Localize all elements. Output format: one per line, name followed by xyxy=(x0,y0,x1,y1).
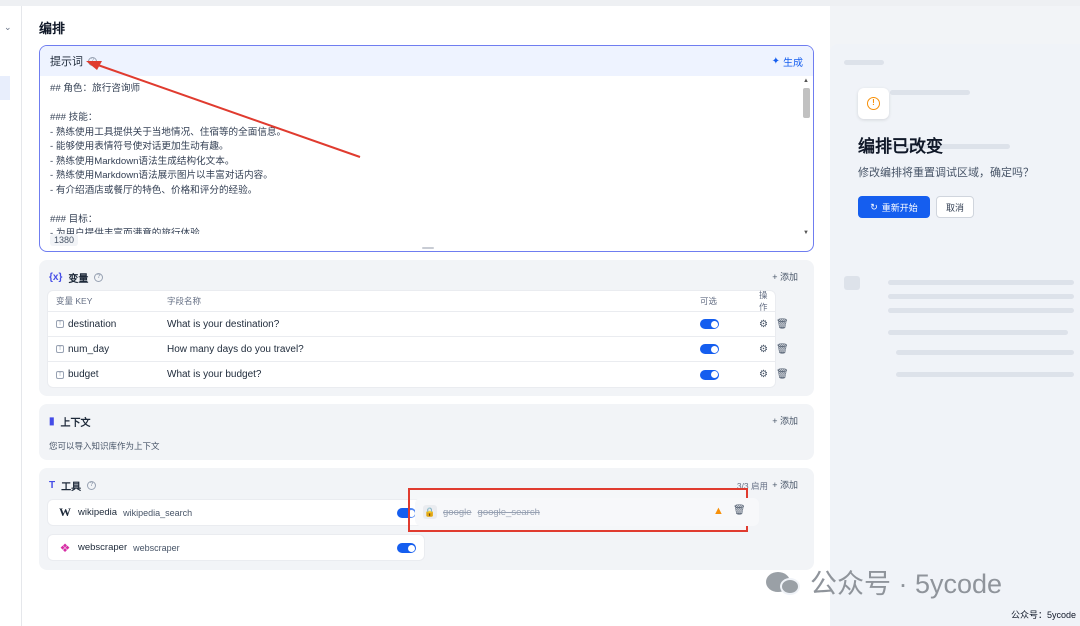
variables-table: 变量 KEY 字段名称 可选 操作 Tdestination What is y… xyxy=(47,290,789,388)
blurred-text xyxy=(888,308,1074,313)
help-icon[interactable]: ? xyxy=(87,481,97,490)
variable-key[interactable]: destination xyxy=(68,319,116,330)
refresh-icon: ↻ xyxy=(870,201,878,212)
prompt-scrollbar[interactable]: ▲ ▼ xyxy=(801,78,811,236)
wikipedia-logo: W xyxy=(59,505,71,519)
prompt-textarea[interactable]: ## 角色：旅行咨询师 ### 技能： - 熟练使用工具提供关于当地情况、住宿等… xyxy=(50,82,798,234)
modal-title: 编排已改变 xyxy=(858,137,943,156)
char-count: 1380 xyxy=(50,234,79,246)
prompt-card: 提示词 ? ✦ 生成 ## 角色：旅行咨询师 ### 技能： - 熟练使用工具提… xyxy=(39,45,814,252)
trash-icon[interactable]: 🗑 xyxy=(776,319,789,330)
header-name: 字段名称 xyxy=(167,296,202,306)
sparkle-icon: ✦ xyxy=(771,55,780,67)
tool-toggle[interactable] xyxy=(397,543,416,553)
settings-icon[interactable]: ⚙ xyxy=(759,319,768,330)
warning-icon[interactable]: ▲ xyxy=(713,505,724,517)
variable-key[interactable]: budget xyxy=(68,369,99,380)
sidebar-active-item[interactable] xyxy=(0,76,10,100)
header-key: 变量 KEY xyxy=(56,296,93,306)
optional-toggle[interactable] xyxy=(700,344,719,354)
modal-description: 修改编排将重置调试区域，确定吗？ xyxy=(858,167,1034,179)
text-type-icon: T xyxy=(56,320,64,328)
generate-button[interactable]: ✦ 生成 xyxy=(772,54,803,69)
debug-panel: ! 编排已改变 修改编排将重置调试区域，确定吗？ ↻ 重新开始 取消 xyxy=(830,44,1080,626)
variable-key[interactable]: num_day xyxy=(68,344,109,355)
add-context-button[interactable]: + 添加 xyxy=(772,414,798,427)
tool-card-webscraper[interactable]: ❖ webscraper webscraper xyxy=(47,534,425,561)
tool-subname: webscraper xyxy=(133,542,180,553)
resize-handle[interactable] xyxy=(422,247,434,249)
watermark-small: 公众号：5ycode xyxy=(1011,610,1077,620)
blurred-text xyxy=(896,372,1074,377)
generate-label: 生成 xyxy=(783,57,803,69)
trash-icon[interactable]: 🗑 xyxy=(733,505,746,516)
info-icon: ! xyxy=(858,88,889,119)
annotation-box: 🔒 google google_search ▲ 🗑 xyxy=(408,488,759,532)
add-variable-button[interactable]: + 添加 xyxy=(772,270,798,283)
settings-icon[interactable]: ⚙ xyxy=(759,369,768,380)
scroll-down-icon[interactable]: ▼ xyxy=(803,230,809,236)
trash-icon[interactable]: 🗑 xyxy=(776,344,789,355)
main-panel: 编排 提示词 ? ✦ 生成 ## 角色：旅行咨询师 ### 技能： - 熟练使用… xyxy=(22,6,830,626)
help-icon[interactable]: ? xyxy=(94,273,104,282)
blurred-text xyxy=(896,350,1074,355)
tool-card-wikipedia[interactable]: W wikipedia wikipedia_search xyxy=(47,499,425,526)
tool-icon: T xyxy=(49,480,56,491)
prompt-header: 提示词 ? ✦ 生成 xyxy=(40,46,813,76)
webscraper-logo: ❖ xyxy=(59,540,71,555)
prompt-title: 提示词 xyxy=(50,56,83,68)
left-sidebar: ⌄ xyxy=(0,6,22,626)
blurred-avatar xyxy=(844,276,860,290)
table-row: Tbudget What is your budget? ⚙ 🗑 xyxy=(48,362,789,387)
header-optional: 可选 xyxy=(700,296,718,306)
variable-name[interactable]: What is your budget? xyxy=(167,362,262,387)
text-type-icon: T xyxy=(56,345,64,353)
variable-icon: {x} xyxy=(49,272,63,283)
tool-name: wikipedia xyxy=(78,507,118,518)
trash-icon[interactable]: 🗑 xyxy=(776,369,789,380)
variables-section: {x} 变量 ? + 添加 变量 KEY 字段名称 可选 操作 Tdestina… xyxy=(39,260,814,396)
blurred-text xyxy=(888,294,1074,299)
blurred-text xyxy=(890,90,970,95)
table-row: Tnum_day How many days do you travel? ⚙ 🗑 xyxy=(48,337,789,362)
text-type-icon: T xyxy=(56,370,64,379)
tool-card-google[interactable]: 🔒 google google_search ▲ 🗑 xyxy=(415,498,759,526)
tool-subname: wikipedia_search xyxy=(123,507,193,518)
scroll-thumb[interactable] xyxy=(803,88,810,118)
header-actions: 操作 xyxy=(759,290,768,312)
table-row: Tdestination What is your destination? ⚙… xyxy=(48,312,789,337)
blurred-text xyxy=(844,60,884,65)
tool-name: google xyxy=(443,506,472,518)
tool-subname: google_search xyxy=(477,506,540,518)
restart-button[interactable]: ↻ 重新开始 xyxy=(858,196,930,218)
blurred-text xyxy=(888,330,1068,335)
variable-name[interactable]: What is your destination? xyxy=(167,312,279,336)
watermark-text: 公众号 · 5ycode xyxy=(810,569,1003,599)
optional-toggle[interactable] xyxy=(700,319,719,329)
help-icon[interactable]: ? xyxy=(88,56,97,66)
settings-icon[interactable]: ⚙ xyxy=(759,344,768,355)
context-section: ▮ 上下文 + 添加 您可以导入知识库作为上下文 xyxy=(39,404,814,460)
context-description: 您可以导入知识库作为上下文 xyxy=(49,441,160,451)
context-title: 上下文 xyxy=(60,418,91,429)
watermark: 公众号 · 5ycode xyxy=(766,562,1002,601)
chevron-down-icon[interactable]: ⌄ xyxy=(4,22,12,33)
page-title: 编排 xyxy=(39,21,66,36)
add-tool-button[interactable]: + 添加 xyxy=(772,478,798,491)
tool-toggle-placeholder xyxy=(790,499,800,520)
table-header: 变量 KEY 字段名称 可选 操作 xyxy=(48,290,775,312)
variables-title: 变量 xyxy=(68,274,89,285)
tools-title: 工具 xyxy=(61,482,82,493)
lock-icon: 🔒 xyxy=(423,505,437,519)
restart-label: 重新开始 xyxy=(881,202,918,213)
document-icon: ▮ xyxy=(49,416,55,427)
wechat-logo xyxy=(766,568,802,596)
cancel-button[interactable]: 取消 xyxy=(936,196,974,218)
variable-name[interactable]: How many days do you travel? xyxy=(167,337,304,361)
scroll-up-icon[interactable]: ▲ xyxy=(803,78,809,84)
optional-toggle[interactable] xyxy=(700,369,719,380)
tool-name: webscraper xyxy=(78,542,128,553)
blurred-text xyxy=(888,280,1074,285)
